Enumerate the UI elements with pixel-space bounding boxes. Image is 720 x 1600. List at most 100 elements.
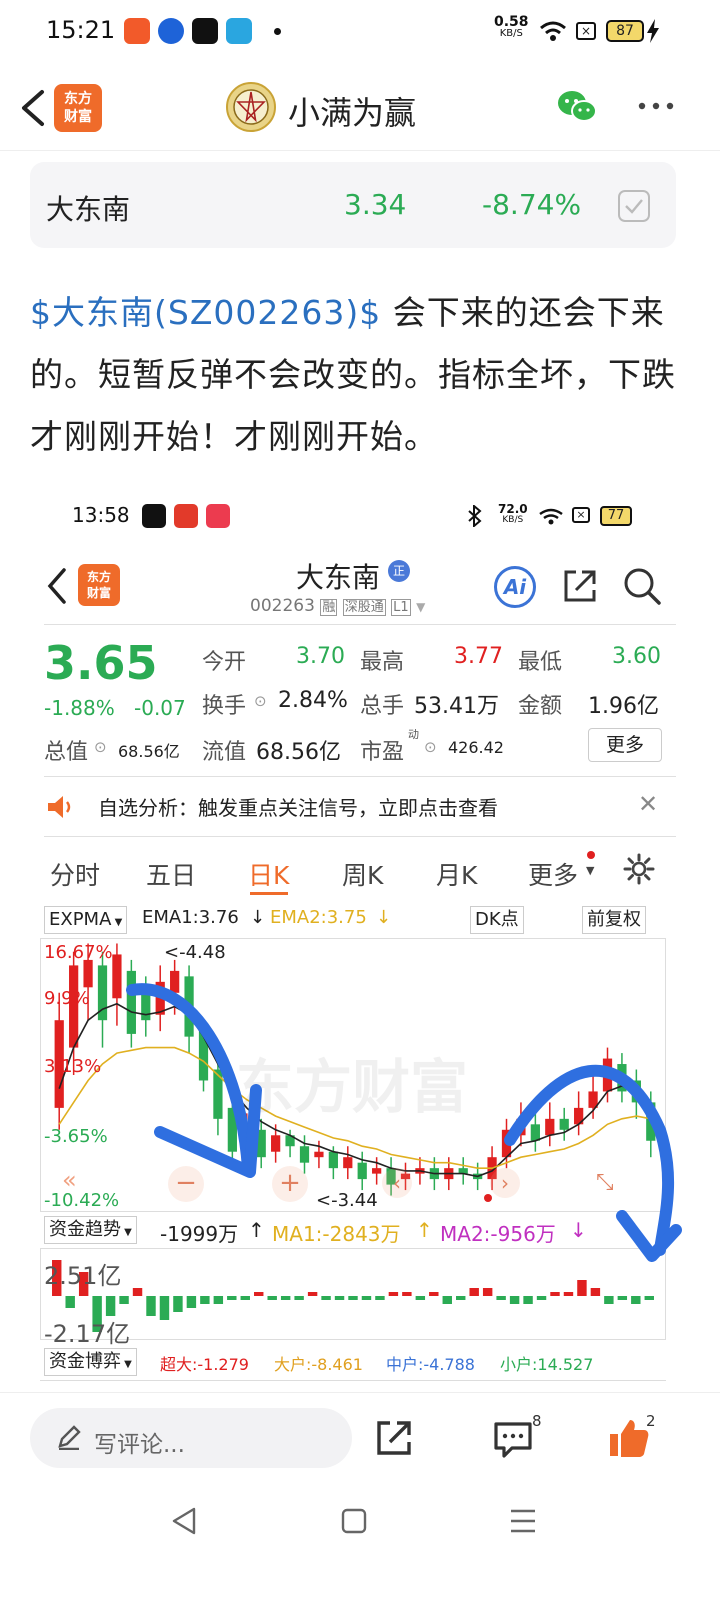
nav-home-icon[interactable] [340, 1505, 370, 1537]
paper-plane-icon [226, 18, 252, 44]
ai-assistant-icon: Ai [494, 566, 536, 608]
pencil-icon [58, 1425, 81, 1450]
fund-bar [550, 1292, 560, 1296]
ema1-value: EMA1:3.76 [142, 907, 239, 928]
volume-label: 总手 [360, 694, 405, 719]
dropdown-caret-icon: ▼ [586, 864, 595, 877]
nav-back-icon[interactable] [170, 1505, 198, 1537]
high-value: 3.77 [454, 644, 503, 669]
like-count: 2 [646, 1412, 656, 1430]
tab-intraday: 分时 [50, 861, 101, 890]
add-watchlist-checkbox[interactable] [618, 190, 650, 222]
screen: 15:21 0.58 KB/S × 87 东方 财富 小满为赢 大东南 3.34… [0, 0, 720, 1600]
stock-tag-link[interactable]: $大东南(SZ002263)$ [30, 293, 381, 332]
fund-bar [429, 1292, 439, 1296]
fund-bar [442, 1296, 452, 1304]
amount-value: 1.96亿 [588, 694, 659, 719]
fund-bar [509, 1296, 520, 1304]
back-arrow-icon[interactable] [14, 86, 54, 130]
float-label: 流值 [202, 740, 247, 765]
info-icon: ⊙ [254, 692, 267, 710]
fund-bar [227, 1296, 237, 1300]
tab-daily-k: 日K [248, 861, 290, 890]
fund-bar [200, 1296, 210, 1304]
fund-bar [294, 1296, 304, 1300]
tab-more: 更多 [528, 861, 579, 890]
adjust-mode-button: 前复权 [582, 906, 646, 934]
wechat-share-icon[interactable] [556, 88, 598, 124]
fund-bar [604, 1296, 614, 1304]
embedded-change: -0.07 [134, 696, 186, 720]
fund-bar [348, 1296, 358, 1300]
fund-game-select: 资金博弈 ▼ [44, 1348, 137, 1376]
fund-bar [186, 1296, 197, 1308]
fund-bar [119, 1296, 129, 1304]
fund-bar [617, 1296, 628, 1300]
battery-indicator: 87 [606, 20, 644, 42]
fund-bar [240, 1296, 250, 1300]
notice-text: 自选分析：触发重点关注信号，立即点击查看 [98, 796, 498, 820]
user-avatar[interactable] [226, 82, 276, 132]
volume-value: 53.41万 [414, 694, 499, 719]
info-icon: ⊙ [94, 738, 107, 756]
fund-bar [456, 1296, 466, 1300]
comment-icon[interactable] [492, 1420, 534, 1460]
fund-bar [469, 1288, 479, 1296]
wifi-icon [539, 508, 563, 525]
close-icon: ✕ [638, 790, 659, 818]
fund-bar [307, 1292, 318, 1296]
share-icon[interactable] [374, 1418, 414, 1458]
medium-value: 中户:-4.788 [386, 1355, 475, 1374]
fund-bar [644, 1296, 654, 1300]
fund-bar [213, 1296, 224, 1304]
sim-x-icon: × [572, 507, 590, 523]
fund-bar [334, 1296, 345, 1300]
more-options-icon[interactable] [636, 94, 676, 114]
comment-count: 8 [532, 1412, 542, 1430]
notification-dot [587, 851, 595, 859]
fund-bar [65, 1296, 75, 1308]
fund-bar [105, 1296, 116, 1316]
app-notification-icon [174, 504, 198, 528]
tab-five-day: 五日 [146, 861, 197, 890]
nav-recents-icon[interactable] [508, 1505, 538, 1537]
embedded-back-icon [47, 568, 66, 604]
charging-icon [647, 19, 659, 43]
tab-weekly-k: 周K [342, 861, 384, 890]
sim-x-icon: × [576, 22, 596, 40]
thumbs-up-icon[interactable] [606, 1416, 650, 1460]
large-value: 大户:-8.461 [274, 1355, 363, 1374]
embedded-more-button: 更多 [588, 728, 662, 762]
network-speed: 0.58 KB/S [494, 14, 529, 39]
fund-bar [375, 1296, 385, 1300]
pe-dynamic-sup: 动 [408, 728, 419, 741]
stock-name: 大东南 [46, 193, 131, 226]
embedded-battery: 77 [600, 506, 632, 526]
pentagram-icon [233, 89, 269, 125]
stock-price: 3.34 [344, 188, 407, 221]
app-logo[interactable]: 东方 财富 [54, 84, 102, 132]
fund-bar [496, 1296, 506, 1300]
author-name: 小满为赢 [288, 94, 417, 132]
fund-bar [267, 1296, 277, 1300]
ema2-arrow-icon: ↓ [376, 907, 392, 928]
fund-bar [280, 1296, 291, 1300]
pe-label: 市盈 [360, 740, 405, 765]
open-value: 3.70 [296, 644, 345, 669]
music-app-icon [206, 504, 230, 528]
comment-placeholder[interactable]: 写评论... [94, 1425, 185, 1459]
bluetooth-icon [468, 505, 482, 527]
fund-bar [590, 1288, 601, 1296]
status-time: 15:21 [46, 16, 116, 44]
fund-bar [523, 1296, 533, 1304]
tiktok-icon [142, 504, 166, 528]
dk-point-button: DK点 [470, 906, 524, 934]
embedded-stock-name: 大东南 [296, 561, 381, 594]
embedded-change-pct: -1.88% [44, 696, 115, 720]
share-icon [564, 570, 596, 602]
info-icon: ⊙ [424, 738, 437, 756]
fund-bar [321, 1296, 331, 1300]
indicator-select: EXPMA ▼ [44, 906, 128, 934]
stock-change-pct: -8.74% [482, 188, 582, 221]
fund-bar [482, 1288, 493, 1296]
